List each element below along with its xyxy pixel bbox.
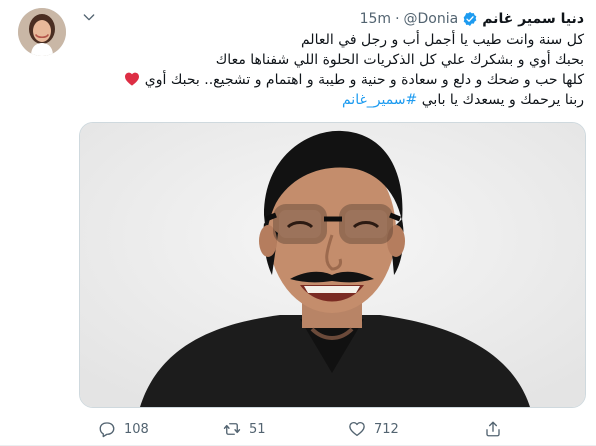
avatar-photo	[18, 8, 66, 56]
tweet-line: كلها حب و ضحك و دلع و سعادة و حنية و طيب…	[84, 70, 584, 90]
portrait-photo	[80, 123, 585, 407]
reply-count: 108	[124, 421, 149, 437]
retweet-button[interactable]: 51	[223, 420, 348, 438]
more-options-button[interactable]	[78, 6, 100, 28]
tweet-card[interactable]: 15m · @Donia دنيا سمير غانم كل سنة وانت …	[0, 0, 596, 446]
separator-dot: ·	[395, 11, 400, 27]
verified-badge-icon	[463, 12, 477, 26]
red-heart-emoji-icon	[125, 72, 140, 86]
author-handle[interactable]: @Donia	[404, 11, 459, 27]
tweet-header: 15m · @Donia دنيا سمير غانم	[360, 8, 584, 30]
tweet-line-text: كلها حب و ضحك و دلع و سعادة و حنية و طيب…	[144, 72, 584, 88]
reply-icon	[99, 422, 115, 438]
tweet-line: بحبك أوي و بشكرك علي كل الذكريات الحلوة …	[215, 52, 584, 68]
tweet-line-text: ربنا يرحمك و يسعدك يا بابي	[421, 92, 584, 108]
avatar[interactable]	[18, 8, 66, 56]
tweet-line: ربنا يرحمك و يسعدك يا بابي #سمير_غانم	[84, 90, 584, 110]
tweet-actions: 108 51 712	[98, 417, 518, 441]
like-button[interactable]: 712	[348, 420, 484, 438]
author-display-name[interactable]: دنيا سمير غانم	[482, 11, 584, 27]
heart-icon	[349, 421, 365, 437]
retweet-count: 51	[249, 421, 266, 437]
reply-button[interactable]: 108	[98, 420, 223, 438]
tweet-line: كل سنة وانت طيب يا أجمل أب و رجل في العا…	[300, 32, 584, 48]
chevron-down-icon	[83, 14, 95, 21]
share-button[interactable]	[484, 420, 502, 438]
like-count: 712	[374, 421, 399, 437]
tweet-media-photo[interactable]	[79, 122, 586, 408]
retweet-icon	[223, 423, 241, 435]
tweet-text: كل سنة وانت طيب يا أجمل أب و رجل في العا…	[84, 30, 584, 110]
tweet-time[interactable]: 15m	[360, 11, 391, 27]
share-icon	[486, 421, 500, 437]
hashtag-link[interactable]: #سمير_غانم	[342, 92, 417, 108]
